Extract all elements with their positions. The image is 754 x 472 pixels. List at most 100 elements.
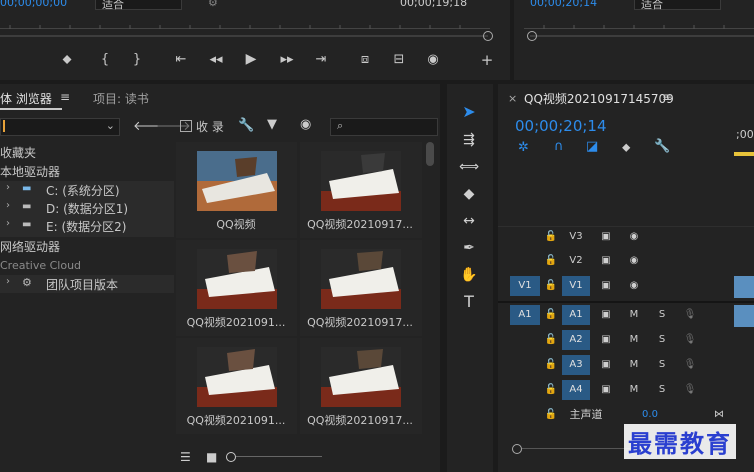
eye-icon[interactable]: ◉ bbox=[300, 117, 311, 132]
track-label[interactable]: V1 bbox=[562, 276, 590, 296]
lock-icon[interactable]: 🔓 bbox=[544, 251, 558, 271]
time-ruler[interactable] bbox=[0, 14, 490, 29]
zoom-dropdown[interactable]: 适合 bbox=[95, 0, 182, 11]
program-scroll-handle[interactable] bbox=[527, 31, 537, 41]
mute-button[interactable]: M bbox=[626, 355, 642, 375]
solo-button[interactable]: S bbox=[654, 355, 670, 375]
linked-selection-icon[interactable]: ∩ bbox=[554, 139, 564, 154]
sync-lock-icon[interactable]: ▣ bbox=[598, 330, 614, 350]
thumbnail-cell[interactable]: QQ视频20210917... bbox=[300, 240, 422, 336]
timeline-scroll-track[interactable] bbox=[522, 448, 632, 449]
tab-menu-icon[interactable]: ≡ bbox=[60, 90, 70, 104]
eye-icon[interactable]: ◉ bbox=[626, 251, 642, 271]
solo-button[interactable]: S bbox=[654, 330, 670, 350]
mute-button[interactable]: M bbox=[626, 305, 642, 325]
master-volume-value[interactable]: 0.0 bbox=[638, 405, 662, 425]
sync-lock-icon[interactable]: ▣ bbox=[598, 355, 614, 375]
thumbnail-cell[interactable]: QQ视频20210917... bbox=[300, 338, 422, 434]
play-icon[interactable]: ▶ bbox=[242, 51, 260, 67]
solo-button[interactable]: S bbox=[654, 380, 670, 400]
chevron-right-icon[interactable]: › bbox=[6, 276, 10, 287]
sequence-tab[interactable]: QQ视频20210917145709 bbox=[524, 90, 674, 107]
favorites-checkbox[interactable] bbox=[180, 120, 192, 132]
overwrite-icon[interactable]: ⊟ bbox=[390, 52, 408, 67]
wrench-icon[interactable]: 🔧 bbox=[238, 118, 254, 133]
go-to-out-icon[interactable]: ⇥ bbox=[312, 52, 330, 67]
mute-button[interactable]: M bbox=[626, 380, 642, 400]
go-to-in-icon[interactable]: ⇤ bbox=[172, 52, 190, 67]
sequence-timecode[interactable]: 00;00;20;14 bbox=[515, 117, 607, 135]
track-label[interactable]: A1 bbox=[562, 305, 590, 325]
zoom-slider-track[interactable] bbox=[236, 456, 322, 457]
microphone-icon[interactable]: 🎙 bbox=[682, 380, 698, 400]
chevron-right-icon[interactable]: › bbox=[6, 200, 10, 211]
work-area-bar[interactable] bbox=[734, 152, 754, 156]
source-timecode[interactable]: 00;00;00;00 bbox=[0, 0, 67, 9]
tree-item-drive-d[interactable]: D: (数据分区1) bbox=[46, 200, 128, 217]
thumbnail-cell[interactable]: QQ视频2021091... bbox=[176, 338, 297, 434]
source-patch-a1[interactable]: A1 bbox=[510, 305, 540, 325]
track-select-tool-icon[interactable]: ⇶ bbox=[457, 130, 481, 150]
track-label[interactable]: A2 bbox=[562, 330, 590, 350]
wrench-icon[interactable]: 🔧 bbox=[654, 139, 670, 154]
list-view-icon[interactable]: ☰ bbox=[180, 450, 191, 464]
solo-button[interactable]: S bbox=[654, 305, 670, 325]
camera-icon[interactable]: ◉ bbox=[424, 52, 442, 67]
microphone-icon[interactable]: 🎙 bbox=[682, 305, 698, 325]
mute-button[interactable]: M bbox=[626, 330, 642, 350]
program-zoom-dropdown[interactable]: 适合 bbox=[634, 0, 721, 11]
razor-tool-icon[interactable]: ◆ bbox=[457, 184, 481, 204]
microphone-icon[interactable]: 🎙 bbox=[682, 330, 698, 350]
add-marker-icon[interactable]: ◪ bbox=[586, 139, 598, 154]
tab-project[interactable]: 项目: 读书 bbox=[93, 90, 149, 107]
program-timecode[interactable]: 00;00;20;14 bbox=[530, 0, 597, 9]
thumbnail-cell[interactable]: QQ视频2021091... bbox=[176, 240, 297, 336]
sync-lock-icon[interactable]: ▣ bbox=[598, 251, 614, 271]
slip-tool-icon[interactable]: ↔ bbox=[457, 211, 481, 231]
type-tool-icon[interactable]: T bbox=[457, 292, 481, 312]
snap-icon[interactable]: ✲ bbox=[518, 140, 529, 155]
tree-item-drive-e[interactable]: E: (数据分区2) bbox=[46, 218, 126, 235]
path-dropdown[interactable]: ⌄ bbox=[0, 118, 120, 136]
tree-item-team-project[interactable]: 团队项目版本 bbox=[46, 276, 118, 293]
source-patch-v1[interactable]: V1 bbox=[510, 276, 540, 296]
track-label[interactable]: A3 bbox=[562, 355, 590, 375]
lock-icon[interactable]: 🔓 bbox=[544, 330, 558, 350]
lock-icon[interactable]: 🔓 bbox=[544, 227, 558, 247]
step-back-icon[interactable]: ◂◂ bbox=[207, 52, 225, 67]
lock-icon[interactable]: 🔓 bbox=[544, 380, 558, 400]
tree-item-local-drives[interactable]: 本地驱动器 bbox=[0, 163, 60, 180]
program-time-ruler[interactable] bbox=[524, 14, 754, 29]
mark-in-icon[interactable]: { bbox=[96, 52, 114, 67]
lock-icon[interactable]: 🔓 bbox=[544, 355, 558, 375]
sync-lock-icon[interactable]: ▣ bbox=[598, 380, 614, 400]
lock-icon[interactable]: 🔓 bbox=[544, 405, 558, 425]
track-label[interactable]: A4 bbox=[562, 380, 590, 400]
chevron-right-icon[interactable]: › bbox=[6, 218, 10, 229]
expand-tracks-icon[interactable]: ⋈ bbox=[710, 405, 728, 425]
marker-icon[interactable]: ⬥ bbox=[622, 140, 630, 155]
search-input[interactable]: ⌕ bbox=[330, 118, 438, 136]
video-clip[interactable] bbox=[734, 276, 754, 298]
audio-clip[interactable] bbox=[734, 305, 754, 327]
program-scroll-bar[interactable] bbox=[530, 35, 754, 37]
settings-icon[interactable]: ⚙ bbox=[208, 0, 218, 9]
sync-lock-icon[interactable]: ▣ bbox=[598, 276, 614, 296]
pen-tool-icon[interactable]: ✒ bbox=[457, 238, 481, 258]
selection-tool-icon[interactable]: ➤ bbox=[457, 102, 481, 122]
mark-out-icon[interactable]: } bbox=[128, 52, 146, 67]
track-label[interactable]: V3 bbox=[564, 227, 588, 247]
icon-view-icon[interactable]: ■ bbox=[206, 450, 217, 464]
zoom-slider-handle[interactable] bbox=[226, 452, 236, 462]
chevron-right-icon[interactable]: › bbox=[6, 182, 10, 193]
tree-item-favorites[interactable]: 收藏夹 bbox=[0, 144, 36, 161]
step-forward-icon[interactable]: ▸▸ bbox=[278, 52, 296, 67]
filter-icon[interactable]: ▼ bbox=[267, 117, 277, 132]
timeline-scroll-handle[interactable] bbox=[512, 444, 522, 454]
tab-media-browser[interactable]: 体 浏览器 bbox=[0, 90, 52, 107]
add-button-icon[interactable]: + bbox=[478, 51, 496, 69]
insert-icon[interactable]: ⧈ bbox=[356, 52, 374, 67]
hand-tool-icon[interactable]: ✋ bbox=[457, 265, 481, 285]
scroll-bar[interactable] bbox=[0, 35, 488, 37]
marker-icon[interactable]: ⬥ bbox=[58, 52, 76, 67]
